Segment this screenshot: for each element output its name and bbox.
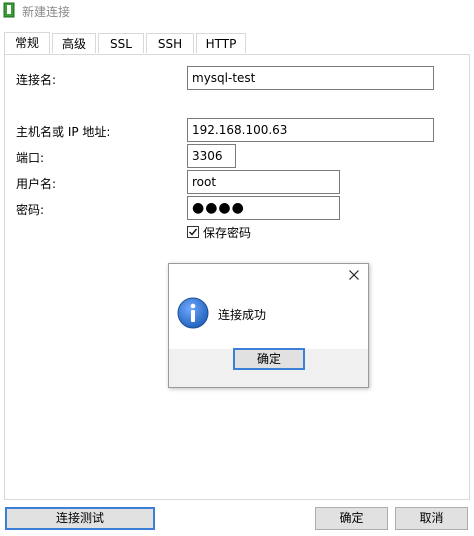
close-icon[interactable] (346, 267, 362, 283)
tab-advanced[interactable]: 高级 (52, 33, 96, 53)
username-label: 用户名: (16, 177, 57, 191)
cancel-button[interactable]: 取消 (395, 507, 468, 530)
connection-name-input[interactable]: mysql-test (187, 66, 434, 90)
message-dialog: 连接成功 确定 (168, 263, 369, 388)
dialog-message: 连接成功 (218, 308, 267, 322)
info-icon (177, 297, 209, 329)
dialog-body: 连接成功 (169, 289, 368, 349)
checkmark-icon (189, 228, 198, 236)
password-label: 密码: (16, 203, 45, 217)
window-title: 新建连接 (22, 5, 71, 19)
port-label: 端口: (16, 151, 45, 165)
app-icon (3, 2, 15, 18)
ok-button[interactable]: 确定 (315, 507, 388, 530)
connection-name-label: 连接名: (16, 73, 57, 87)
save-password-checkbox[interactable] (187, 226, 199, 238)
dialog-header (169, 264, 368, 289)
password-input[interactable]: ●●●● (187, 196, 340, 220)
username-input[interactable]: root (187, 170, 340, 194)
test-connection-button[interactable]: 连接测试 (5, 507, 155, 530)
dialog-ok-button[interactable]: 确定 (233, 348, 305, 370)
title-bar: 新建连接 (0, 0, 474, 22)
tab-http[interactable]: HTTP (196, 33, 246, 53)
port-input[interactable]: 3306 (187, 144, 236, 168)
host-input[interactable]: 192.168.100.63 (187, 118, 434, 142)
save-password-label: 保存密码 (203, 226, 252, 240)
tab-ssh[interactable]: SSH (146, 33, 194, 53)
tab-ssl[interactable]: SSL (98, 33, 144, 53)
host-label: 主机名或 IP 地址: (16, 125, 111, 139)
tab-general[interactable]: 常规 (4, 32, 50, 54)
